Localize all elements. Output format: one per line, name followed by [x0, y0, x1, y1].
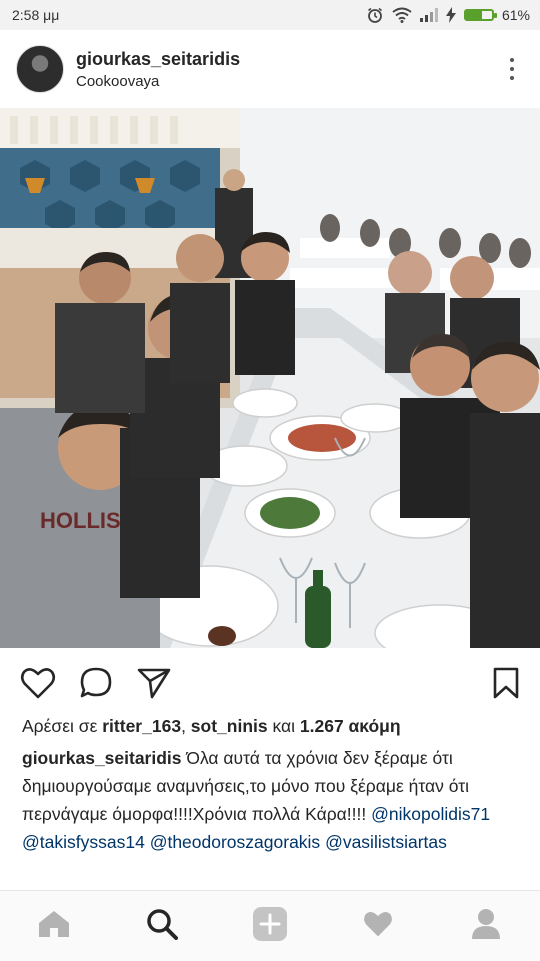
post-photo-illustration: HOLLIS	[0, 108, 540, 648]
post-header: giourkas_seitaridis Cookoovaya	[0, 30, 540, 108]
home-icon	[37, 909, 71, 944]
post-actions	[0, 660, 540, 706]
heart-icon[interactable]	[20, 666, 56, 700]
nav-home[interactable]	[24, 896, 84, 956]
post-location[interactable]: Cookoovaya	[76, 73, 500, 90]
nav-search[interactable]	[132, 896, 192, 956]
caption-author[interactable]: giourkas_seitaridis	[22, 748, 182, 768]
likes-sep-2: και	[267, 716, 300, 736]
alarm-icon	[366, 6, 384, 24]
add-icon	[252, 906, 288, 947]
post-caption: giourkas_seitaridis Όλα αυτά τα χρόνια δ…	[22, 744, 522, 856]
liker-1[interactable]: ritter_163	[102, 716, 181, 736]
mention[interactable]: @takisfyssas14	[22, 832, 145, 852]
likes-summary[interactable]: Αρέσει σε ritter_163, sot_ninis και 1.26…	[22, 716, 522, 737]
search-icon	[146, 908, 178, 945]
svg-text:HOLLIS: HOLLIS	[40, 508, 121, 533]
post-author-block: giourkas_seitaridis Cookoovaya	[76, 49, 500, 90]
nav-add[interactable]	[240, 896, 300, 956]
share-icon[interactable]	[136, 666, 172, 700]
signal-icon	[419, 8, 438, 22]
mention[interactable]: @theodoroszagorakis	[150, 832, 321, 852]
activity-icon	[361, 909, 395, 944]
nav-profile[interactable]	[456, 896, 516, 956]
bottom-nav	[0, 890, 540, 961]
post-photo[interactable]: HOLLIS	[0, 108, 540, 648]
likes-prefix: Αρέσει σε	[22, 716, 103, 736]
comment-icon[interactable]	[78, 666, 114, 700]
liker-2[interactable]: sot_ninis	[191, 716, 268, 736]
likes-count[interactable]: 1.267 ακόμη	[300, 716, 401, 736]
nav-activity[interactable]	[348, 896, 408, 956]
charging-icon	[445, 7, 456, 23]
battery-level	[465, 11, 482, 19]
status-bar: 2:58 μμ 61%	[0, 0, 540, 30]
post-username[interactable]: giourkas_seitaridis	[76, 49, 500, 70]
profile-icon	[471, 908, 501, 945]
mention[interactable]: @nikopolidis71	[371, 804, 490, 824]
bookmark-icon[interactable]	[492, 666, 520, 700]
battery-percent: 61%	[501, 7, 530, 23]
wifi-icon	[392, 7, 412, 23]
mention[interactable]: @vasilistsiartas	[325, 832, 447, 852]
likes-sep-1: ,	[181, 716, 191, 736]
more-options-icon[interactable]	[500, 58, 524, 80]
status-time: 2:58 μμ	[12, 7, 60, 23]
avatar[interactable]	[16, 45, 64, 93]
status-icons: 61%	[366, 6, 530, 24]
battery-icon	[463, 9, 497, 21]
